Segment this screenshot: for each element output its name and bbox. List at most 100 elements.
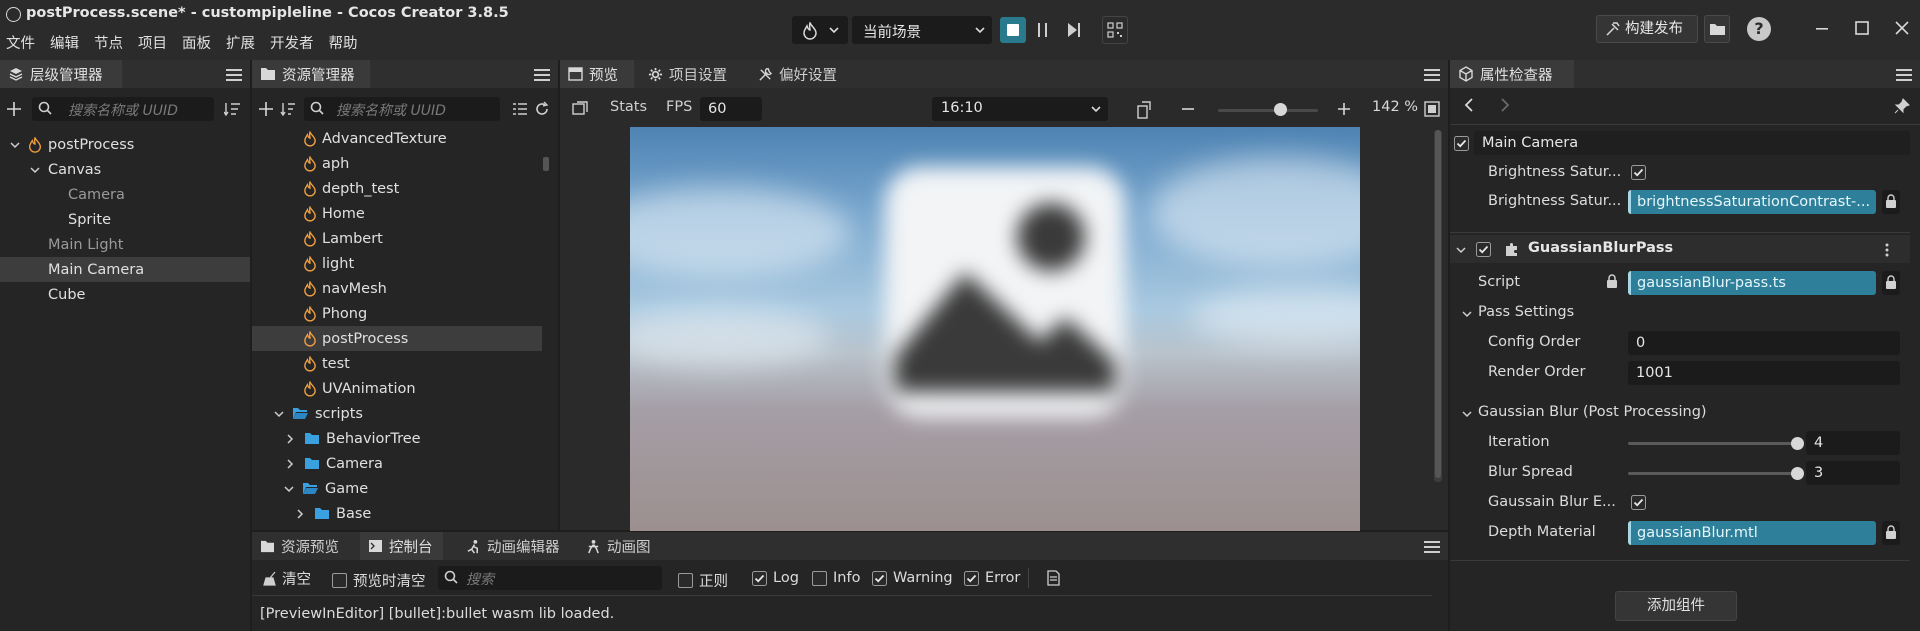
menu-icon[interactable]	[534, 68, 552, 82]
close-icon[interactable]	[1892, 18, 1912, 38]
refresh-icon[interactable]	[534, 101, 550, 117]
preview-scrollbar-thumb[interactable]	[1435, 130, 1441, 478]
menu-icon[interactable]	[1424, 68, 1442, 82]
chevron-right-icon[interactable]	[286, 458, 294, 469]
asset-folder[interactable]: Game	[252, 476, 542, 501]
render-order-input[interactable]: 1001	[1628, 361, 1900, 385]
menu-icon[interactable]	[1896, 68, 1914, 82]
clear-on-preview-checkbox[interactable]: 预览时清空	[332, 570, 426, 591]
checkbox-checked[interactable]	[964, 570, 979, 586]
open-folder-button[interactable]	[1704, 15, 1730, 43]
stop-button[interactable]	[1000, 17, 1026, 43]
zoom-slider-knob[interactable]	[1274, 103, 1287, 116]
add-component-button[interactable]: 添加组件	[1615, 591, 1737, 621]
tab-project-settings[interactable]: 项目设置	[640, 60, 737, 88]
qr-code-button[interactable]	[1102, 16, 1128, 44]
back-arrow-icon[interactable]	[1464, 98, 1474, 112]
menu-extension[interactable]: 扩展	[226, 32, 255, 53]
sort-icon[interactable]	[224, 101, 242, 117]
menu-icon[interactable]	[1424, 540, 1442, 554]
build-button[interactable]: 构建发布	[1596, 15, 1698, 43]
menu-developer[interactable]: 开发者	[270, 32, 314, 53]
add-node-icon[interactable]	[6, 101, 22, 117]
config-order-input[interactable]: 0	[1628, 331, 1900, 355]
bsc-material-field[interactable]: brightnessSaturationContrast-...	[1628, 190, 1876, 214]
platform-dropdown[interactable]	[792, 16, 848, 44]
help-button[interactable]: ?	[1747, 17, 1771, 41]
component-enable-checkbox[interactable]	[1476, 242, 1491, 257]
asset-item[interactable]: navMesh	[252, 276, 542, 301]
iteration-slider-track[interactable]	[1628, 442, 1798, 445]
info-checkbox[interactable]: Info	[812, 570, 860, 586]
zoom-in-icon[interactable]	[1336, 101, 1352, 117]
ratio-select[interactable]: 16:10	[932, 97, 1108, 121]
tree-item[interactable]: Sprite	[0, 207, 250, 232]
asset-item[interactable]: test	[252, 351, 542, 376]
error-checkbox[interactable]: Error	[964, 570, 1020, 586]
tab-preview[interactable]: 预览	[560, 60, 634, 88]
minimize-icon[interactable]	[1812, 18, 1832, 38]
forward-arrow-icon[interactable]	[1500, 98, 1510, 112]
chevron-down-icon[interactable]	[30, 165, 40, 175]
menu-panel[interactable]: 面板	[182, 32, 211, 53]
fps-input[interactable]: 60	[700, 97, 762, 121]
sort-icon[interactable]	[280, 101, 296, 117]
asset-item[interactable]: UVAnimation	[252, 376, 542, 401]
blur-spread-slider-knob[interactable]	[1791, 467, 1804, 480]
asset-item[interactable]: AdvancedTexture	[252, 126, 542, 151]
log-file-icon[interactable]	[1046, 570, 1061, 586]
maximize-icon[interactable]	[1852, 18, 1872, 38]
tree-item[interactable]: Main Light	[0, 232, 250, 257]
pin-icon[interactable]	[1894, 98, 1910, 114]
tab-animation-graph[interactable]: 动画图	[578, 532, 661, 560]
asset-folder[interactable]: Camera	[252, 451, 542, 476]
blur-spread-slider-track[interactable]	[1628, 472, 1798, 475]
tab-inspector[interactable]: 属性检查器	[1450, 60, 1574, 88]
blur-spread-input[interactable]: 3	[1806, 461, 1900, 485]
zoom-out-icon[interactable]	[1180, 101, 1196, 117]
iteration-slider-knob[interactable]	[1791, 437, 1804, 450]
asset-picker-icon[interactable]	[1882, 521, 1900, 545]
step-button[interactable]	[1060, 17, 1086, 43]
asset-folder[interactable]: Base	[252, 501, 542, 526]
asset-item[interactable]: Home	[252, 201, 542, 226]
pass-settings-label[interactable]: Pass Settings	[1478, 304, 1574, 320]
node-active-checkbox[interactable]	[1454, 136, 1469, 151]
tab-console[interactable]: 控制台	[360, 532, 443, 560]
warning-checkbox[interactable]: Warning	[872, 570, 953, 586]
chevron-right-icon[interactable]	[286, 433, 294, 444]
tree-item[interactable]: Cube	[0, 282, 250, 307]
tab-hierarchy[interactable]: 层级管理器	[0, 60, 122, 88]
asset-folder[interactable]: BehaviorTree	[252, 426, 542, 451]
pause-button[interactable]	[1030, 17, 1056, 43]
assets-scrollbar[interactable]	[543, 157, 549, 171]
chevron-down-icon[interactable]	[1456, 245, 1466, 255]
iteration-input[interactable]: 4	[1806, 431, 1900, 455]
fit-screen-icon[interactable]	[1424, 101, 1440, 117]
asset-item[interactable]: Lambert	[252, 226, 542, 251]
tab-animation-editor[interactable]: 动画编辑器	[458, 532, 570, 560]
bsc-enable-checkbox[interactable]	[1631, 165, 1646, 180]
tree-item[interactable]: Canvas	[0, 157, 250, 182]
blur-group-label[interactable]: Gaussian Blur (Post Processing)	[1478, 404, 1707, 420]
checkbox-unchecked[interactable]	[812, 570, 827, 586]
chevron-down-icon[interactable]	[1462, 309, 1472, 319]
menu-icon[interactable]	[226, 68, 244, 82]
menu-help[interactable]: 帮助	[329, 32, 358, 53]
script-field[interactable]: gaussianBlur-pass.ts	[1628, 271, 1876, 295]
asset-item[interactable]: light	[252, 251, 542, 276]
asset-item[interactable]: depth_test	[252, 176, 542, 201]
node-name-input[interactable]: Main Camera	[1474, 131, 1910, 155]
chevron-down-icon[interactable]	[10, 140, 20, 150]
tree-item[interactable]: postProcess	[0, 132, 250, 157]
chevron-right-icon[interactable]	[296, 508, 304, 519]
tree-item-selected[interactable]: Main Camera	[0, 257, 250, 282]
checkbox-checked[interactable]	[752, 570, 767, 586]
console-search-input[interactable]: 搜索	[438, 566, 662, 590]
console-clear-button[interactable]: 清空	[262, 568, 311, 589]
asset-item-selected[interactable]: postProcess	[252, 326, 542, 351]
menu-edit[interactable]: 编辑	[50, 32, 79, 53]
hierarchy-search-input[interactable]: 搜索名称或 UUID	[32, 97, 214, 121]
zoom-slider-track[interactable]	[1218, 109, 1318, 112]
checkbox-checked[interactable]	[872, 570, 887, 586]
